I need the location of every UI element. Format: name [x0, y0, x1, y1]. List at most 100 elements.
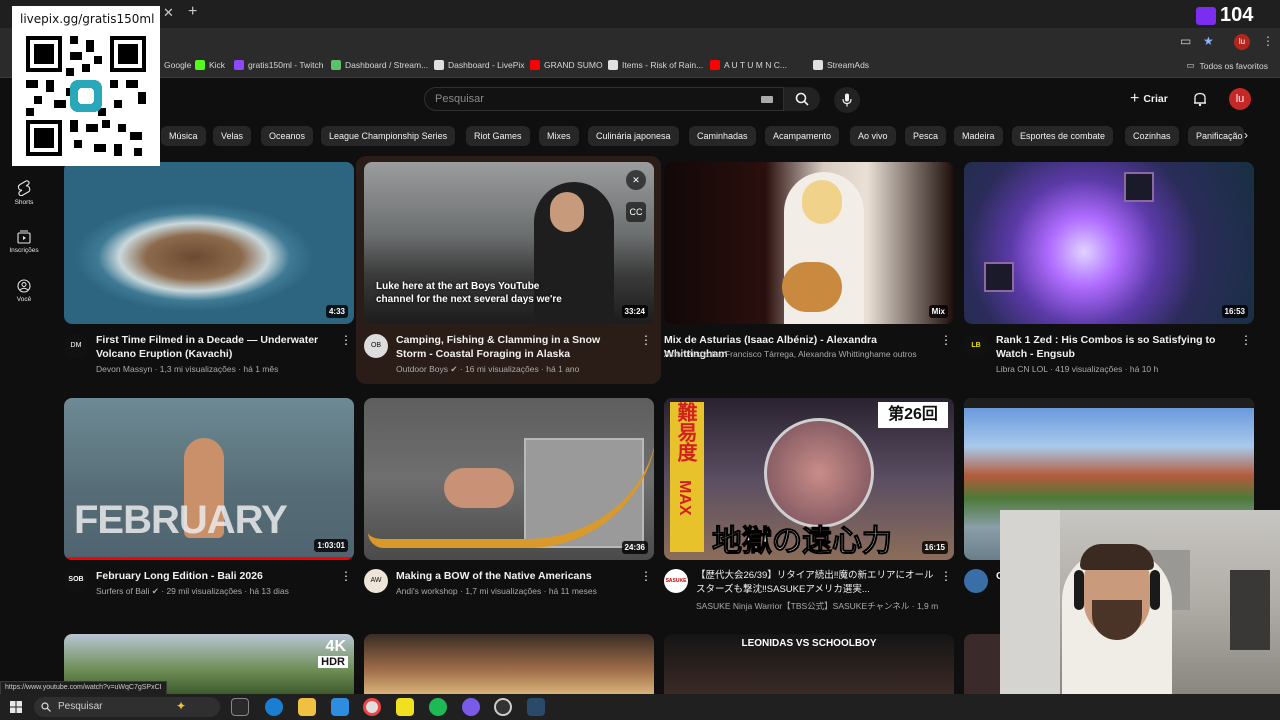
chip-filter[interactable]: Ao vivo: [850, 126, 896, 146]
bookmark-star-icon[interactable]: ★: [1203, 34, 1214, 48]
nav-shorts[interactable]: Shorts: [0, 180, 48, 206]
notes-icon[interactable]: [396, 698, 414, 716]
chip-filter[interactable]: Acampamento: [765, 126, 840, 146]
video-card[interactable]: FEBRUARY 1:03:01 SOB February Long Editi…: [64, 398, 354, 608]
create-button[interactable]: + Criar: [1130, 89, 1168, 109]
channel-avatar[interactable]: [964, 569, 988, 593]
chip-filter[interactable]: Pesca: [905, 126, 947, 146]
discord-icon[interactable]: [462, 698, 480, 716]
more-options-icon[interactable]: ⋮: [940, 333, 952, 347]
video-thumbnail[interactable]: LEONIDAS VS SCHOOLBOY: [664, 634, 954, 694]
channel-avatar[interactable]: OB: [364, 334, 388, 358]
all-bookmarks[interactable]: ▭ Todos os favoritos: [1186, 60, 1268, 71]
bookmark-item[interactable]: StreamAds: [813, 60, 869, 70]
windows-start-icon[interactable]: [10, 701, 22, 713]
browser-profile-avatar[interactable]: lu: [1234, 34, 1250, 50]
channel-avatar[interactable]: LB: [964, 334, 988, 358]
video-card-hovered[interactable]: ✕ CC Luke here at the art Boys YouTube c…: [364, 162, 654, 382]
obs-icon[interactable]: [494, 698, 512, 716]
spotify-icon[interactable]: [429, 698, 447, 716]
mute-icon[interactable]: ✕: [626, 170, 646, 190]
video-title[interactable]: First Time Filmed in a Decade — Underwat…: [96, 333, 332, 361]
search-button[interactable]: [784, 87, 820, 111]
video-thumbnail[interactable]: [364, 634, 654, 694]
channel-name[interactable]: Libra CN LOL: [996, 364, 1048, 374]
store-icon[interactable]: [331, 698, 349, 716]
search-input[interactable]: Pesquisar: [424, 87, 784, 111]
chip-filter[interactable]: Velas: [213, 126, 252, 146]
taskbar-search[interactable]: Pesquisar ✦: [34, 697, 220, 717]
chevron-right-icon[interactable]: ›: [1244, 128, 1248, 142]
video-card[interactable]: [964, 634, 1000, 694]
video-title[interactable]: Making a BOW of the Native Americans: [396, 569, 632, 583]
more-options-icon[interactable]: ⋮: [640, 333, 652, 347]
app-icon[interactable]: [527, 698, 545, 716]
video-title[interactable]: Rank 1 Zed : His Combos is so Satisfying…: [996, 333, 1232, 361]
notifications-bell-icon[interactable]: [1192, 91, 1208, 107]
more-options-icon[interactable]: ⋮: [940, 569, 952, 583]
chip-filter[interactable]: Mixes: [539, 126, 579, 146]
mix-card[interactable]: Mix Mix de Asturias (Isaac Albéniz) - Al…: [664, 162, 954, 382]
video-thumbnail[interactable]: Mix: [664, 162, 954, 324]
chip-filter[interactable]: Caminhadas: [689, 126, 756, 146]
channel-avatar[interactable]: SASUKE: [664, 569, 688, 593]
channel-name[interactable]: Surfers of Bali: [96, 586, 149, 596]
bookmark-item[interactable]: Kick: [195, 60, 225, 70]
video-card[interactable]: 16:53 LB Rank 1 Zed : His Combos is so S…: [964, 162, 1254, 382]
chip-filter[interactable]: Esportes de combate: [1012, 126, 1114, 146]
chip-filter[interactable]: Oceanos: [261, 126, 314, 146]
keyboard-icon[interactable]: [761, 96, 773, 103]
chrome-icon[interactable]: [363, 698, 381, 716]
more-options-icon[interactable]: ⋮: [640, 569, 652, 583]
bookmark-item[interactable]: GRAND SUMO: [530, 60, 603, 70]
channel-avatar[interactable]: DM: [64, 334, 88, 358]
file-explorer-icon[interactable]: [298, 698, 316, 716]
chip-filter[interactable]: Cozinhas: [1125, 126, 1179, 146]
tab-close-icon[interactable]: ✕: [163, 5, 174, 21]
bookmark-item[interactable]: Items - Risk of Rain...: [608, 60, 703, 70]
channel-name[interactable]: Andi's workshop: [396, 586, 458, 596]
channel-name[interactable]: Devon Massyn: [96, 364, 152, 374]
video-title[interactable]: February Long Edition - Bali 2026: [96, 569, 332, 583]
video-card[interactable]: 4:33 DM First Time Filmed in a Decade — …: [64, 162, 354, 382]
captions-icon[interactable]: CC: [626, 202, 646, 222]
bookmark-item[interactable]: gratis150ml - Twitch: [234, 60, 323, 70]
channel-name[interactable]: SASUKE Ninja Warrior【TBS公式】SASUKEチャンネル: [696, 601, 909, 611]
task-view-icon[interactable]: [231, 698, 249, 716]
edge-icon[interactable]: [265, 698, 283, 716]
more-options-icon[interactable]: ⋮: [1240, 333, 1252, 347]
bookmark-item[interactable]: Dashboard / Stream...: [331, 60, 428, 70]
video-card[interactable]: 難易度 MAX 第26回 地獄の遠心力 16:15 SASUKE 【歴代大会26…: [664, 398, 954, 611]
new-tab-icon[interactable]: +: [188, 3, 197, 21]
install-icon[interactable]: ▭: [1180, 34, 1191, 48]
chip-filter[interactable]: Madeira: [954, 126, 1003, 146]
browser-menu-icon[interactable]: ⋮: [1262, 34, 1274, 48]
video-thumbnail[interactable]: FEBRUARY 1:03:01: [64, 398, 354, 560]
channel-avatar[interactable]: AW: [364, 569, 388, 593]
video-title[interactable]: Camping, Fishing & Clamming in a Snow St…: [396, 333, 632, 361]
video-thumbnail[interactable]: 4:33: [64, 162, 354, 324]
bookmark-item[interactable]: Dashboard - LivePix: [434, 60, 525, 70]
video-card[interactable]: 24:36 AW Making a BOW of the Native Amer…: [364, 398, 654, 608]
nav-subscriptions[interactable]: Inscrições: [0, 230, 48, 254]
video-card[interactable]: [364, 634, 654, 694]
channel-name[interactable]: Outdoor Boys: [396, 364, 448, 374]
more-options-icon[interactable]: ⋮: [340, 333, 352, 347]
video-thumbnail[interactable]: 難易度 MAX 第26回 地獄の遠心力 16:15: [664, 398, 954, 560]
chip-filter[interactable]: Culinária japonesa: [588, 126, 679, 146]
chip-filter[interactable]: League Championship Series: [321, 126, 456, 146]
video-title[interactable]: 【歴代大会26/39】リタイア続出‼魔の新エリアにオールスターズも撃沈‼SASU…: [696, 569, 936, 597]
chip-filter[interactable]: Riot Games: [466, 126, 530, 146]
video-thumbnail[interactable]: 16:53: [964, 162, 1254, 324]
voice-search-button[interactable]: [834, 87, 860, 113]
chip-filter[interactable]: Panificação: [1188, 126, 1244, 146]
channel-avatar[interactable]: SOB: [64, 568, 88, 592]
video-card[interactable]: LEONIDAS VS SCHOOLBOY: [664, 634, 954, 694]
nav-you[interactable]: Você: [0, 279, 48, 303]
video-preview-player[interactable]: ✕ CC Luke here at the art Boys YouTube c…: [364, 162, 654, 324]
video-thumbnail[interactable]: [964, 634, 1000, 694]
account-avatar[interactable]: lu: [1229, 88, 1251, 110]
chip-filter[interactable]: Música: [161, 126, 206, 146]
video-thumbnail[interactable]: 24:36: [364, 398, 654, 560]
more-options-icon[interactable]: ⋮: [340, 569, 352, 583]
